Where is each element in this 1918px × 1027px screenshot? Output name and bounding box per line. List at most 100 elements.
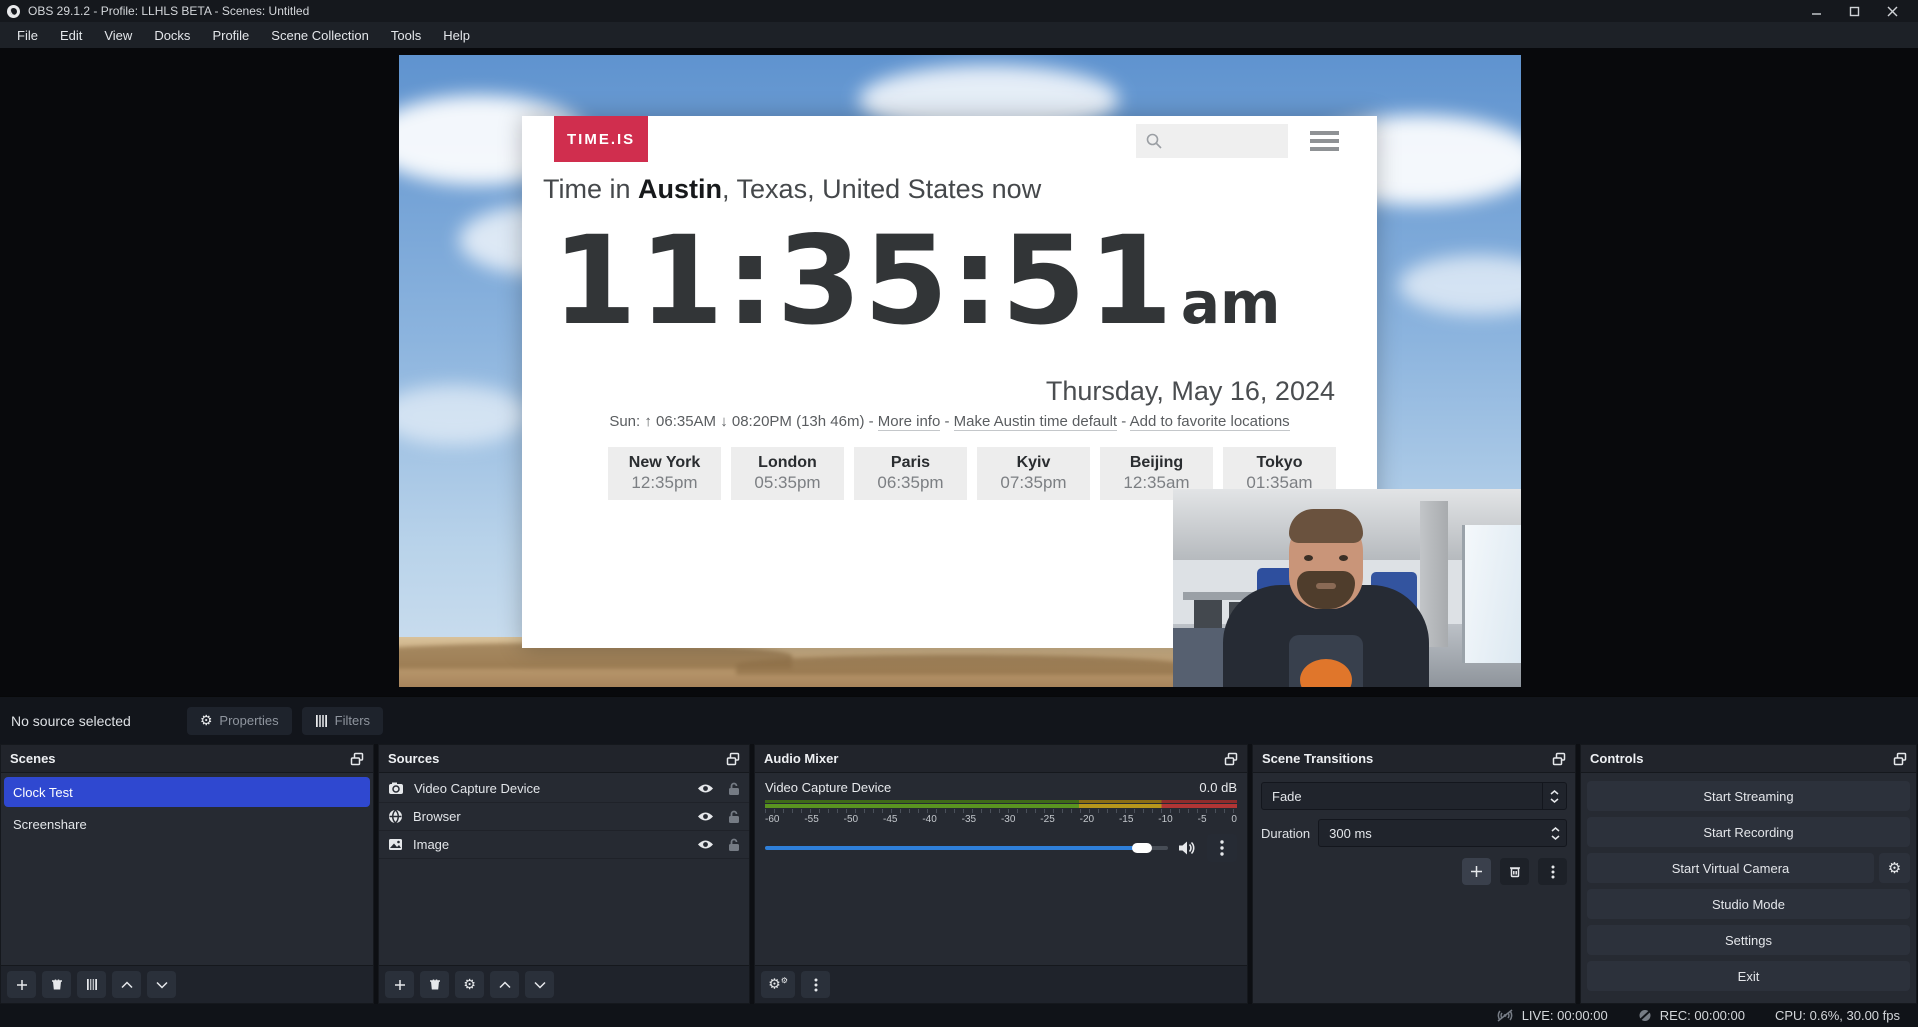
sources-toolbar: ⚙ <box>379 965 749 1003</box>
live-time: LIVE: 00:00:00 <box>1522 1008 1608 1023</box>
lock-icon[interactable] <box>728 782 740 796</box>
start-virtual-camera-button[interactable]: Start Virtual Camera <box>1587 853 1874 883</box>
remove-transition-button[interactable] <box>1500 858 1529 885</box>
source-status-text: No source selected <box>11 713 131 729</box>
menu-profile[interactable]: Profile <box>201 24 260 47</box>
current-date: Thursday, May 16, 2024 <box>1046 376 1335 407</box>
properties-button[interactable]: ⚙ Properties <box>187 707 292 735</box>
sources-header: Sources <box>379 745 749 773</box>
scene-filters-button[interactable] <box>77 971 106 998</box>
person-beard <box>1297 571 1355 609</box>
add-scene-button[interactable] <box>7 971 36 998</box>
controls-dock: Controls Start Streaming Start Recording… <box>1580 744 1917 1004</box>
menu-tools[interactable]: Tools <box>380 24 432 47</box>
menu-file[interactable]: File <box>6 24 49 47</box>
source-row-video-capture[interactable]: Video Capture Device <box>379 775 749 803</box>
speaker-icon[interactable] <box>1178 840 1197 856</box>
add-transition-button[interactable] <box>1462 858 1491 885</box>
scene-list: Clock Test Screenshare <box>1 773 373 845</box>
kebab-menu-icon <box>1551 865 1555 879</box>
menu-help[interactable]: Help <box>432 24 481 47</box>
mixer-channel-menu-button[interactable] <box>1207 834 1237 862</box>
source-properties-button[interactable]: ⚙ <box>455 971 484 998</box>
menu-docks[interactable]: Docks <box>143 24 201 47</box>
select-spinner <box>1542 783 1566 809</box>
start-streaming-button[interactable]: Start Streaming <box>1587 781 1910 811</box>
volume-slider-handle[interactable] <box>1132 843 1152 853</box>
scene-item-clock-test[interactable]: Clock Test <box>4 777 370 807</box>
search-icon <box>1145 132 1163 150</box>
virtual-camera-settings-button[interactable]: ⚙ <box>1879 853 1910 883</box>
person-mouth <box>1316 583 1336 589</box>
lock-icon[interactable] <box>728 810 740 824</box>
duration-row: Duration 300 ms <box>1261 819 1567 847</box>
exit-button[interactable]: Exit <box>1587 961 1910 991</box>
menubar: File Edit View Docks Profile Scene Colle… <box>0 22 1918 48</box>
gear-icon: ⚙ <box>463 977 476 993</box>
move-scene-down-button[interactable] <box>147 971 176 998</box>
sources-dock: Sources Video Capture Device Browser <box>378 744 750 1004</box>
popout-icon[interactable] <box>1552 752 1566 766</box>
start-recording-button[interactable]: Start Recording <box>1587 817 1910 847</box>
search-input <box>1136 124 1288 158</box>
duration-input[interactable]: 300 ms <box>1318 819 1567 847</box>
time-digits: 11:35:51 <box>552 208 1175 354</box>
preview-video[interactable]: TIME.IS Time in Austin, Texas, United St… <box>399 55 1521 687</box>
duration-spinner[interactable] <box>1551 827 1560 840</box>
menu-scene-collection[interactable]: Scene Collection <box>260 24 380 47</box>
close-button[interactable] <box>1873 0 1911 22</box>
window-title: OBS 29.1.2 - Profile: LLHLS BETA - Scene… <box>28 4 309 18</box>
mixer-channel-name-row: Video Capture Device 0.0 dB <box>765 780 1237 795</box>
kebab-menu-icon <box>1220 840 1224 856</box>
cpu-status: CPU: 0.6%, 30.00 fps <box>1775 1008 1900 1023</box>
add-source-button[interactable] <box>385 971 414 998</box>
lock-icon[interactable] <box>728 838 740 852</box>
minimize-button[interactable] <box>1797 0 1835 22</box>
move-scene-up-button[interactable] <box>112 971 141 998</box>
more-info-link: More info <box>878 413 941 431</box>
add-favorite-link: Add to favorite locations <box>1130 413 1290 431</box>
popout-icon[interactable] <box>726 752 740 766</box>
chevron-down-icon <box>1550 798 1559 803</box>
move-source-up-button[interactable] <box>490 971 519 998</box>
filters-button[interactable]: Filters <box>302 707 383 735</box>
menu-edit[interactable]: Edit <box>49 24 93 47</box>
image-icon <box>388 838 403 851</box>
mixer-menu-button[interactable] <box>801 971 830 998</box>
webcam-overlay <box>1173 489 1521 687</box>
transition-properties-button[interactable] <box>1538 858 1567 885</box>
volume-slider[interactable] <box>765 846 1168 850</box>
chevron-up-icon <box>1550 790 1559 795</box>
popout-icon[interactable] <box>1893 752 1907 766</box>
studio-mode-button[interactable]: Studio Mode <box>1587 889 1910 919</box>
timeis-logo: TIME.IS <box>554 116 648 162</box>
rec-time: REC: 00:00:00 <box>1660 1008 1745 1023</box>
meter-scale: -60-55-50-45-40-35-30-25-20-15-10-50 <box>765 814 1237 825</box>
scene-item-screenshare[interactable]: Screenshare <box>4 809 370 839</box>
volume-meter <box>765 800 1237 803</box>
maximize-button[interactable] <box>1835 0 1873 22</box>
visibility-eye-icon[interactable] <box>697 839 714 850</box>
source-row-image[interactable]: Image <box>379 831 749 859</box>
office-window <box>1462 525 1521 664</box>
popout-icon[interactable] <box>1224 752 1238 766</box>
menu-view[interactable]: View <box>93 24 143 47</box>
broadcast-off-icon <box>1496 1009 1514 1022</box>
visibility-eye-icon[interactable] <box>697 811 714 822</box>
remove-source-button[interactable] <box>420 971 449 998</box>
sun-info: Sun: ↑ 06:35AM ↓ 08:20PM (13h 46m) - Mor… <box>522 413 1377 430</box>
kebab-menu-icon <box>814 978 818 992</box>
duration-label: Duration <box>1261 826 1310 841</box>
popout-icon[interactable] <box>350 752 364 766</box>
visibility-eye-icon[interactable] <box>697 783 714 794</box>
advanced-audio-properties-button[interactable]: ⚙⚙ <box>761 971 795 998</box>
source-row-browser[interactable]: Browser <box>379 803 749 831</box>
move-source-down-button[interactable] <box>525 971 554 998</box>
controls-body: Start Streaming Start Recording Start Vi… <box>1581 773 1916 999</box>
person-head <box>1289 515 1363 609</box>
city-card: Paris06:35pm <box>854 447 967 500</box>
settings-button[interactable]: Settings <box>1587 925 1910 955</box>
transition-select[interactable]: Fade <box>1261 782 1567 810</box>
cpu-fps-text: CPU: 0.6%, 30.00 fps <box>1775 1008 1900 1023</box>
remove-scene-button[interactable] <box>42 971 71 998</box>
